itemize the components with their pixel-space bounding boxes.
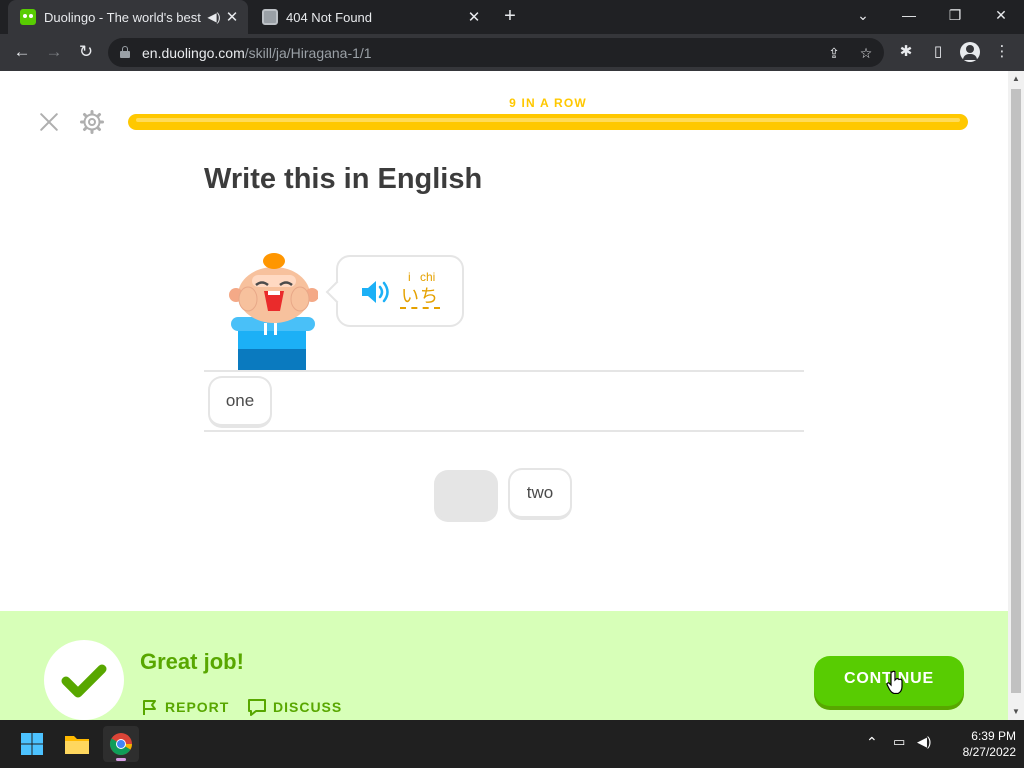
- tab-search-chevron-icon[interactable]: ⌄: [840, 0, 886, 34]
- clock-time: 6:39 PM: [971, 729, 1016, 743]
- system-clock[interactable]: 6:39 PM 8/27/2022: [940, 728, 1016, 760]
- speaker-audio-icon[interactable]: [360, 279, 392, 305]
- close-tab-icon[interactable]: ✕: [222, 8, 242, 26]
- duolingo-favicon-icon: [20, 9, 36, 25]
- gear-icon[interactable]: [80, 110, 104, 134]
- checkmark-icon: [61, 664, 107, 698]
- extensions-icon[interactable]: ✱: [896, 42, 916, 62]
- back-button[interactable]: ←: [8, 38, 36, 66]
- windows-logo-icon: [21, 733, 43, 755]
- side-panel-icon[interactable]: ▯: [928, 42, 948, 62]
- selected-word-chip[interactable]: one: [208, 376, 272, 428]
- address-bar[interactable]: en.duolingo.com/skill/ja/Hiragana-1/1 ⇪ …: [108, 38, 884, 67]
- feedback-title: Great job!: [140, 649, 244, 674]
- flag-icon: [143, 700, 156, 715]
- active-app-indicator: [116, 758, 126, 761]
- discuss-label: DISCUSS: [273, 699, 343, 715]
- feedback-footer: Great job! REPORT DISCUSS CONTINUE: [0, 611, 1008, 720]
- windows-taskbar: ⌃ ▭ ◀) 6:39 PM 8/27/2022: [0, 720, 1024, 768]
- challenge-prompt: Write this in English: [204, 163, 483, 195]
- report-button[interactable]: REPORT: [141, 696, 229, 718]
- kana-character[interactable]: い: [401, 282, 419, 308]
- comment-icon: [248, 699, 266, 716]
- restore-button[interactable]: ❐: [932, 0, 978, 34]
- globe-icon: [262, 9, 278, 25]
- close-window-button[interactable]: ✕: [978, 0, 1024, 34]
- feedback-badge: [44, 640, 124, 720]
- speech-bubble: i chi い ち: [336, 255, 464, 327]
- answer-line: [204, 430, 804, 432]
- forward-button[interactable]: →: [40, 38, 68, 66]
- profile-avatar-icon[interactable]: [960, 42, 980, 62]
- chrome-icon: [110, 733, 132, 755]
- tab-title: 404 Not Found: [286, 9, 373, 25]
- word-bank-chip[interactable]: two: [508, 468, 572, 520]
- tab-404[interactable]: 404 Not Found ✕: [250, 0, 490, 34]
- speaker-icon[interactable]: ◀): [206, 10, 222, 24]
- discuss-button[interactable]: DISCUSS: [247, 696, 342, 718]
- menu-kebab-icon[interactable]: ⋮: [992, 42, 1012, 62]
- network-icon[interactable]: ▭: [893, 734, 905, 750]
- kana-character[interactable]: ち: [420, 282, 438, 308]
- hint-underline: [400, 307, 440, 309]
- tab-strip: Duolingo - The world's best ◀) ✕ 404 Not…: [0, 0, 1024, 34]
- volume-icon[interactable]: ◀): [917, 734, 931, 750]
- bookmark-star-icon[interactable]: ☆: [856, 43, 876, 63]
- browser-toolbar: ← → ↻ en.duolingo.com/skill/ja/Hiragana-…: [0, 34, 1024, 71]
- url-text[interactable]: en.duolingo.com/skill/ja/Hiragana-1/1: [142, 45, 372, 61]
- answer-line: [204, 370, 804, 372]
- close-lesson-icon[interactable]: [38, 111, 60, 133]
- file-explorer-button[interactable]: [59, 726, 95, 762]
- lock-icon[interactable]: [120, 46, 130, 58]
- duolingo-lesson-page: 9 IN A ROW Write this in English i chi い…: [0, 71, 1008, 720]
- lesson-character-illustration: [229, 253, 318, 371]
- new-tab-button[interactable]: +: [498, 4, 522, 28]
- lesson-progress-bar: [128, 114, 968, 130]
- tab-duolingo[interactable]: Duolingo - The world's best ◀) ✕: [8, 0, 248, 34]
- minimize-button[interactable]: —: [886, 0, 932, 34]
- page-scrollbar[interactable]: ▲ ▼: [1008, 71, 1024, 720]
- show-hidden-icons-chevron-icon[interactable]: ⌃: [866, 734, 878, 751]
- streak-label: 9 IN A ROW: [509, 96, 587, 110]
- folder-icon: [65, 736, 89, 754]
- tab-title: Duolingo - The world's best: [44, 9, 201, 25]
- word-bank-placeholder: [434, 470, 498, 522]
- report-label: REPORT: [165, 699, 230, 715]
- share-icon[interactable]: ⇪: [824, 43, 844, 63]
- scroll-down-arrow-icon[interactable]: ▼: [1008, 704, 1024, 720]
- progress-fill: [128, 114, 968, 130]
- chrome-taskbar-button[interactable]: [103, 726, 139, 762]
- reload-button[interactable]: ↻: [72, 38, 100, 66]
- start-button[interactable]: [14, 726, 50, 762]
- clock-date: 8/27/2022: [962, 745, 1016, 759]
- scroll-up-arrow-icon[interactable]: ▲: [1008, 71, 1024, 87]
- close-tab-icon[interactable]: ✕: [464, 8, 484, 26]
- hand-cursor-icon: [886, 670, 903, 694]
- scrollbar-thumb[interactable]: [1011, 89, 1021, 693]
